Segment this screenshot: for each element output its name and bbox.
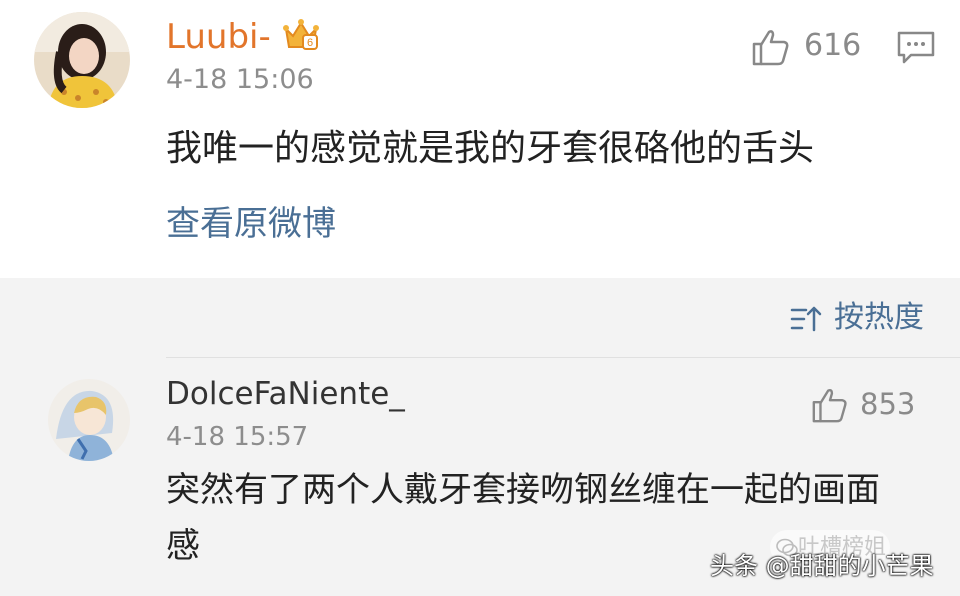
- crown-badge-icon: 6: [281, 14, 321, 54]
- thumbs-up-icon[interactable]: [810, 385, 850, 425]
- post-timestamp: 4-18 15:06: [166, 64, 314, 95]
- comment-avatar[interactable]: [48, 379, 130, 461]
- post-like-count: 616: [804, 28, 862, 63]
- post-avatar[interactable]: [34, 12, 130, 108]
- post-text: 我唯一的感觉就是我的牙套很硌他的舌头: [166, 128, 815, 169]
- comment-username[interactable]: DolceFaNiente_: [166, 374, 405, 414]
- svg-text:6: 6: [307, 37, 313, 49]
- post-username[interactable]: Luubi-: [166, 16, 271, 58]
- sort-by-hot-button[interactable]: 按热度: [834, 298, 924, 338]
- original-post: Luubi- 6 4-18 15:06 616 我唯一的感觉就是我的牙套很硌他的…: [0, 0, 960, 278]
- watermark-primary: 头条 @甜甜的小芒果: [710, 552, 934, 580]
- sort-icon[interactable]: [790, 304, 824, 334]
- comment-timestamp: 4-18 15:57: [166, 422, 309, 452]
- thumbs-up-icon[interactable]: [750, 26, 792, 68]
- view-original-link[interactable]: 查看原微博: [166, 202, 336, 246]
- comment-icon[interactable]: [896, 30, 936, 66]
- comment-like-count: 853: [860, 387, 916, 421]
- comment-divider: [166, 357, 960, 358]
